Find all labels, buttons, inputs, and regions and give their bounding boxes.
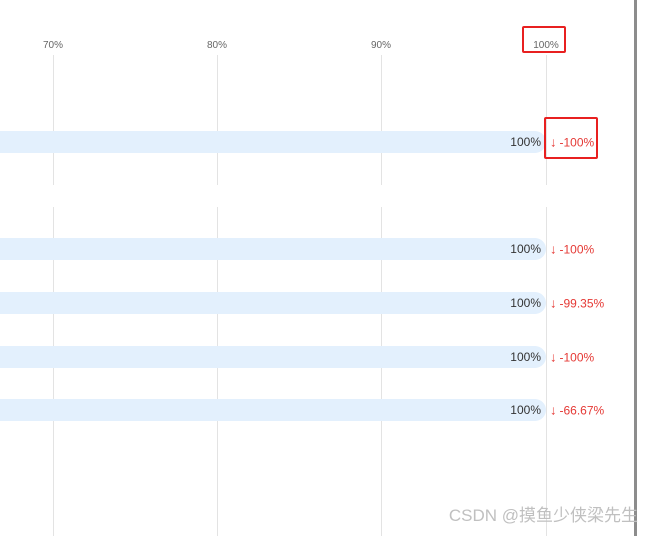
change-value: -99.35%: [559, 296, 605, 311]
bar[interactable]: [0, 346, 546, 368]
change-label: ↓ -66.67%: [550, 403, 604, 418]
highlight-box: [544, 117, 598, 159]
change-label: ↓ -100%: [550, 350, 594, 365]
bar-value-label: 100%: [510, 135, 541, 149]
change-label: ↓ -100%: [550, 242, 594, 257]
gridline: [381, 55, 382, 185]
bar-value-label: 100%: [510, 242, 541, 256]
highlight-box: [522, 26, 566, 53]
down-arrow-icon: ↓: [550, 295, 557, 311]
panel-scroll-edge[interactable]: [634, 0, 637, 536]
x-tick-label: 90%: [370, 40, 392, 51]
down-arrow-icon: ↓: [550, 349, 557, 365]
bar[interactable]: [0, 131, 546, 153]
gridline: [217, 55, 218, 185]
change-value: -66.67%: [559, 403, 605, 418]
bar-value-label: 100%: [510, 403, 541, 417]
chart-canvas: 70% 80% 90% 100% 100% ↓ -100% 100% ↓ -100% 100% ↓ -…: [0, 0, 654, 536]
bar[interactable]: [0, 238, 546, 260]
change-value: -100%: [559, 242, 595, 257]
x-tick-label: 70%: [42, 40, 64, 51]
gridline: [546, 207, 547, 536]
watermark: CSDN @摸鱼少侠梁先生: [448, 506, 638, 525]
down-arrow-icon: ↓: [550, 241, 557, 257]
bar-value-label: 100%: [510, 350, 541, 364]
x-tick-label: 80%: [206, 40, 228, 51]
bar-value-label: 100%: [510, 296, 541, 310]
change-label: ↓ -99.35%: [550, 296, 604, 311]
gridline: [53, 55, 54, 185]
bar[interactable]: [0, 292, 546, 314]
down-arrow-icon: ↓: [550, 402, 557, 418]
bar[interactable]: [0, 399, 546, 421]
change-value: -100%: [559, 350, 595, 365]
